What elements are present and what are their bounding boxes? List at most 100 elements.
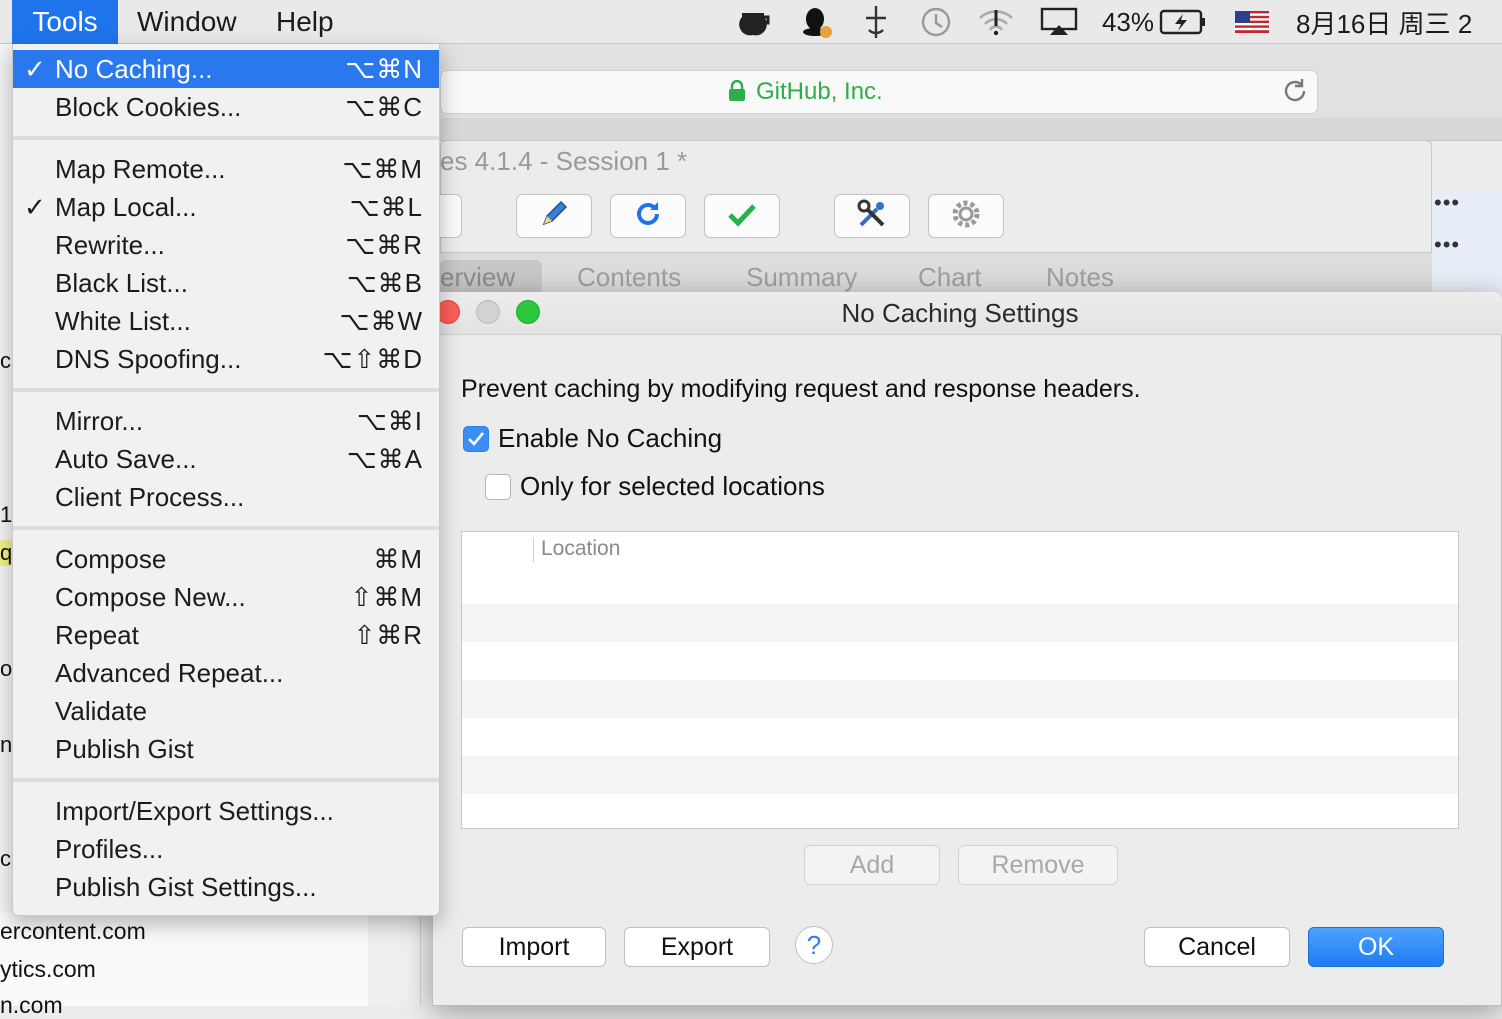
- menu-item-compose[interactable]: Compose ⌘M: [13, 540, 439, 578]
- ok-button[interactable]: OK: [1308, 927, 1444, 967]
- menu-item-shortcut: ⌥⌘I: [356, 406, 423, 436]
- tab-summary[interactable]: Summary: [746, 262, 857, 293]
- menu-help[interactable]: Help: [276, 0, 334, 44]
- menu-item-mirror[interactable]: Mirror... ⌥⌘I: [13, 402, 439, 440]
- menu-item-rewrite[interactable]: Rewrite... ⌥⌘R: [13, 226, 439, 264]
- wifi-alert-icon[interactable]: [974, 0, 1018, 44]
- menu-item-shortcut: ⌥⌘C: [345, 92, 423, 122]
- toolbar-button-refresh[interactable]: [610, 194, 686, 238]
- menu-item-shortcut: ⌥⌘R: [345, 230, 423, 260]
- menu-item-repeat[interactable]: Repeat ⇧⌘R: [13, 616, 439, 654]
- menu-item-map-remote[interactable]: Map Remote... ⌥⌘M: [13, 150, 439, 188]
- table-row[interactable]: [462, 756, 1458, 794]
- add-button[interactable]: Add: [804, 845, 940, 885]
- host-list: ercontent.com ytics.com n.com: [0, 912, 369, 1018]
- menu-item-white-list[interactable]: White List... ⌥⌘W: [13, 302, 439, 340]
- menu-item-shortcut: ⇧⌘M: [350, 582, 423, 612]
- host-item[interactable]: ytics.com: [0, 956, 96, 983]
- tab-contents[interactable]: Contents: [577, 262, 681, 293]
- background-column: [368, 912, 421, 1006]
- table-row[interactable]: [462, 718, 1458, 756]
- menu-item-advanced-repeat[interactable]: Advanced Repeat...: [13, 654, 439, 692]
- check-icon: [726, 198, 758, 235]
- menu-item-label: Map Remote...: [55, 154, 226, 184]
- checkmark-icon: ✓: [24, 54, 46, 84]
- cancel-button[interactable]: Cancel: [1144, 927, 1290, 967]
- menu-item-label: Client Process...: [55, 482, 245, 512]
- menu-item-block-cookies[interactable]: Block Cookies... ⌥⌘C: [13, 88, 439, 126]
- menu-separator: [13, 126, 439, 150]
- menu-item-map-local[interactable]: ✓ Map Local... ⌥⌘L: [13, 188, 439, 226]
- export-button[interactable]: Export: [624, 927, 770, 967]
- tab-chart[interactable]: Chart: [918, 262, 982, 293]
- charles-pot-icon[interactable]: [736, 0, 772, 44]
- enable-no-caching-checkbox[interactable]: [463, 426, 489, 452]
- menu-item-compose-new[interactable]: Compose New... ⇧⌘M: [13, 578, 439, 616]
- gear-icon: [950, 198, 982, 235]
- toolbar-button-tools[interactable]: [834, 194, 910, 238]
- location-column-header[interactable]: Location: [541, 537, 620, 561]
- finder-icon[interactable]: [858, 0, 894, 44]
- menu-item-dns-spoofing[interactable]: DNS Spoofing... ⌥⇧⌘D: [13, 340, 439, 378]
- help-button[interactable]: ?: [795, 926, 833, 964]
- table-header: Location: [462, 532, 1458, 567]
- menu-window[interactable]: Window: [137, 0, 237, 44]
- menu-item-auto-save[interactable]: Auto Save... ⌥⌘A: [13, 440, 439, 478]
- toolbar-button-edit[interactable]: [516, 194, 592, 238]
- table-row[interactable]: [462, 680, 1458, 718]
- qq-icon[interactable]: [796, 0, 836, 44]
- tab-overview[interactable]: erview: [440, 262, 515, 293]
- airplay-icon[interactable]: [1038, 0, 1080, 44]
- location-table[interactable]: Location: [461, 531, 1459, 829]
- menu-item-no-caching[interactable]: ✓ No Caching... ⌥⌘N: [13, 50, 439, 88]
- host-item[interactable]: ercontent.com: [0, 918, 146, 945]
- import-button[interactable]: Import: [462, 927, 606, 967]
- menu-item-publish-gist[interactable]: Publish Gist: [13, 730, 439, 768]
- table-row[interactable]: [462, 794, 1458, 828]
- dialog-title: No Caching Settings: [841, 298, 1079, 328]
- reload-icon[interactable]: [1280, 76, 1310, 106]
- enable-no-caching-label[interactable]: Enable No Caching: [498, 423, 722, 454]
- menu-item-label: Mirror...: [55, 406, 144, 436]
- battery-charging-icon[interactable]: [1158, 0, 1208, 44]
- battery-percent: 43%: [1101, 6, 1155, 37]
- tools-icon: [855, 197, 889, 236]
- menu-item-label: White List...: [55, 306, 191, 336]
- menu-item-publish-gist-settings[interactable]: Publish Gist Settings...: [13, 868, 439, 906]
- refresh-icon: [632, 198, 664, 235]
- remove-button[interactable]: Remove: [958, 845, 1118, 885]
- menu-item-black-list[interactable]: Black List... ⌥⌘B: [13, 264, 439, 302]
- time-machine-icon[interactable]: [916, 0, 956, 44]
- only-selected-locations-label[interactable]: Only for selected locations: [520, 471, 825, 502]
- table-row[interactable]: [462, 566, 1458, 604]
- background-fragment: c: [0, 846, 11, 871]
- url-label: GitHub, Inc.: [756, 78, 883, 105]
- menu-item-shortcut: ⌥⌘L: [349, 192, 423, 222]
- table-row[interactable]: [462, 642, 1458, 680]
- menubar-clock[interactable]: 8月16日 周三 2: [1296, 0, 1502, 44]
- menu-item-validate[interactable]: Validate: [13, 692, 439, 730]
- menu-item-label: Rewrite...: [55, 230, 165, 260]
- dialog-description: Prevent caching by modifying request and…: [461, 375, 1141, 403]
- more-icon: •••: [1434, 190, 1461, 215]
- menu-item-label: No Caching...: [55, 54, 213, 84]
- menu-item-label: Import/Export Settings...: [55, 796, 334, 826]
- menu-item-client-process[interactable]: Client Process...: [13, 478, 439, 516]
- lock-icon: [728, 79, 746, 107]
- menu-item-label: Repeat: [55, 620, 139, 650]
- menu-item-shortcut: ⌥⌘M: [342, 154, 423, 184]
- checkmark-icon: [468, 432, 485, 446]
- menu-item-import-export-settings[interactable]: Import/Export Settings...: [13, 792, 439, 830]
- menu-item-label: Compose New...: [55, 582, 246, 612]
- toolbar-button-settings[interactable]: [928, 194, 1004, 238]
- menu-item-profiles[interactable]: Profiles...: [13, 830, 439, 868]
- menu-item-label: DNS Spoofing...: [55, 344, 242, 374]
- menu-tools[interactable]: Tools: [12, 0, 118, 44]
- us-flag-icon[interactable]: [1234, 0, 1270, 44]
- tab-notes[interactable]: Notes: [1046, 262, 1114, 293]
- toolbar-button-validate[interactable]: [704, 194, 780, 238]
- table-row[interactable]: [462, 604, 1458, 642]
- only-selected-locations-checkbox[interactable]: [485, 474, 511, 500]
- menu-item-label: Advanced Repeat...: [55, 658, 284, 688]
- menu-item-shortcut: ⌥⌘W: [339, 306, 423, 336]
